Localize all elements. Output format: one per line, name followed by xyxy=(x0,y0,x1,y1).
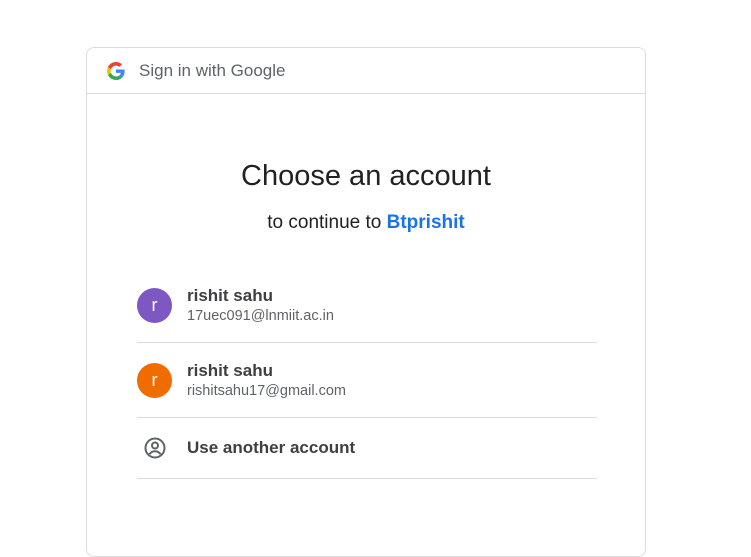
account-text: rishit sahu 17uec091@lnmiit.ac.in xyxy=(187,285,334,326)
account-text: rishit sahu rishitsahu17@gmail.com xyxy=(187,360,346,401)
account-name: rishit sahu xyxy=(187,285,273,305)
avatar: r xyxy=(137,362,172,398)
app-name-link[interactable]: Btprishit xyxy=(387,212,465,233)
sign-in-card: Sign in with Google Choose an account to… xyxy=(86,47,646,557)
account-list: r rishit sahu 17uec091@lnmiit.ac.in r ri… xyxy=(137,268,597,479)
account-item-2[interactable]: r rishit sahu rishitsahu17@gmail.com xyxy=(137,343,597,418)
subtitle-prefix: to continue to xyxy=(267,212,387,233)
header-title: Sign in with Google xyxy=(139,60,286,80)
card-header: Sign in with Google xyxy=(87,48,645,94)
google-g-icon xyxy=(107,61,125,80)
account-email: rishitsahu17@gmail.com xyxy=(187,382,346,399)
person-circle-icon xyxy=(137,431,172,466)
account-email: 17uec091@lnmiit.ac.in xyxy=(187,307,334,324)
avatar: r xyxy=(137,287,172,323)
use-another-account-label: Use another account xyxy=(187,438,356,457)
page-subtitle: to continue to Btprishit xyxy=(87,212,645,234)
page-title: Choose an account xyxy=(241,160,491,192)
use-another-account-button[interactable]: Use another account xyxy=(137,418,597,479)
account-name: rishit sahu xyxy=(187,360,273,380)
account-item-1[interactable]: r rishit sahu 17uec091@lnmiit.ac.in xyxy=(137,268,597,343)
